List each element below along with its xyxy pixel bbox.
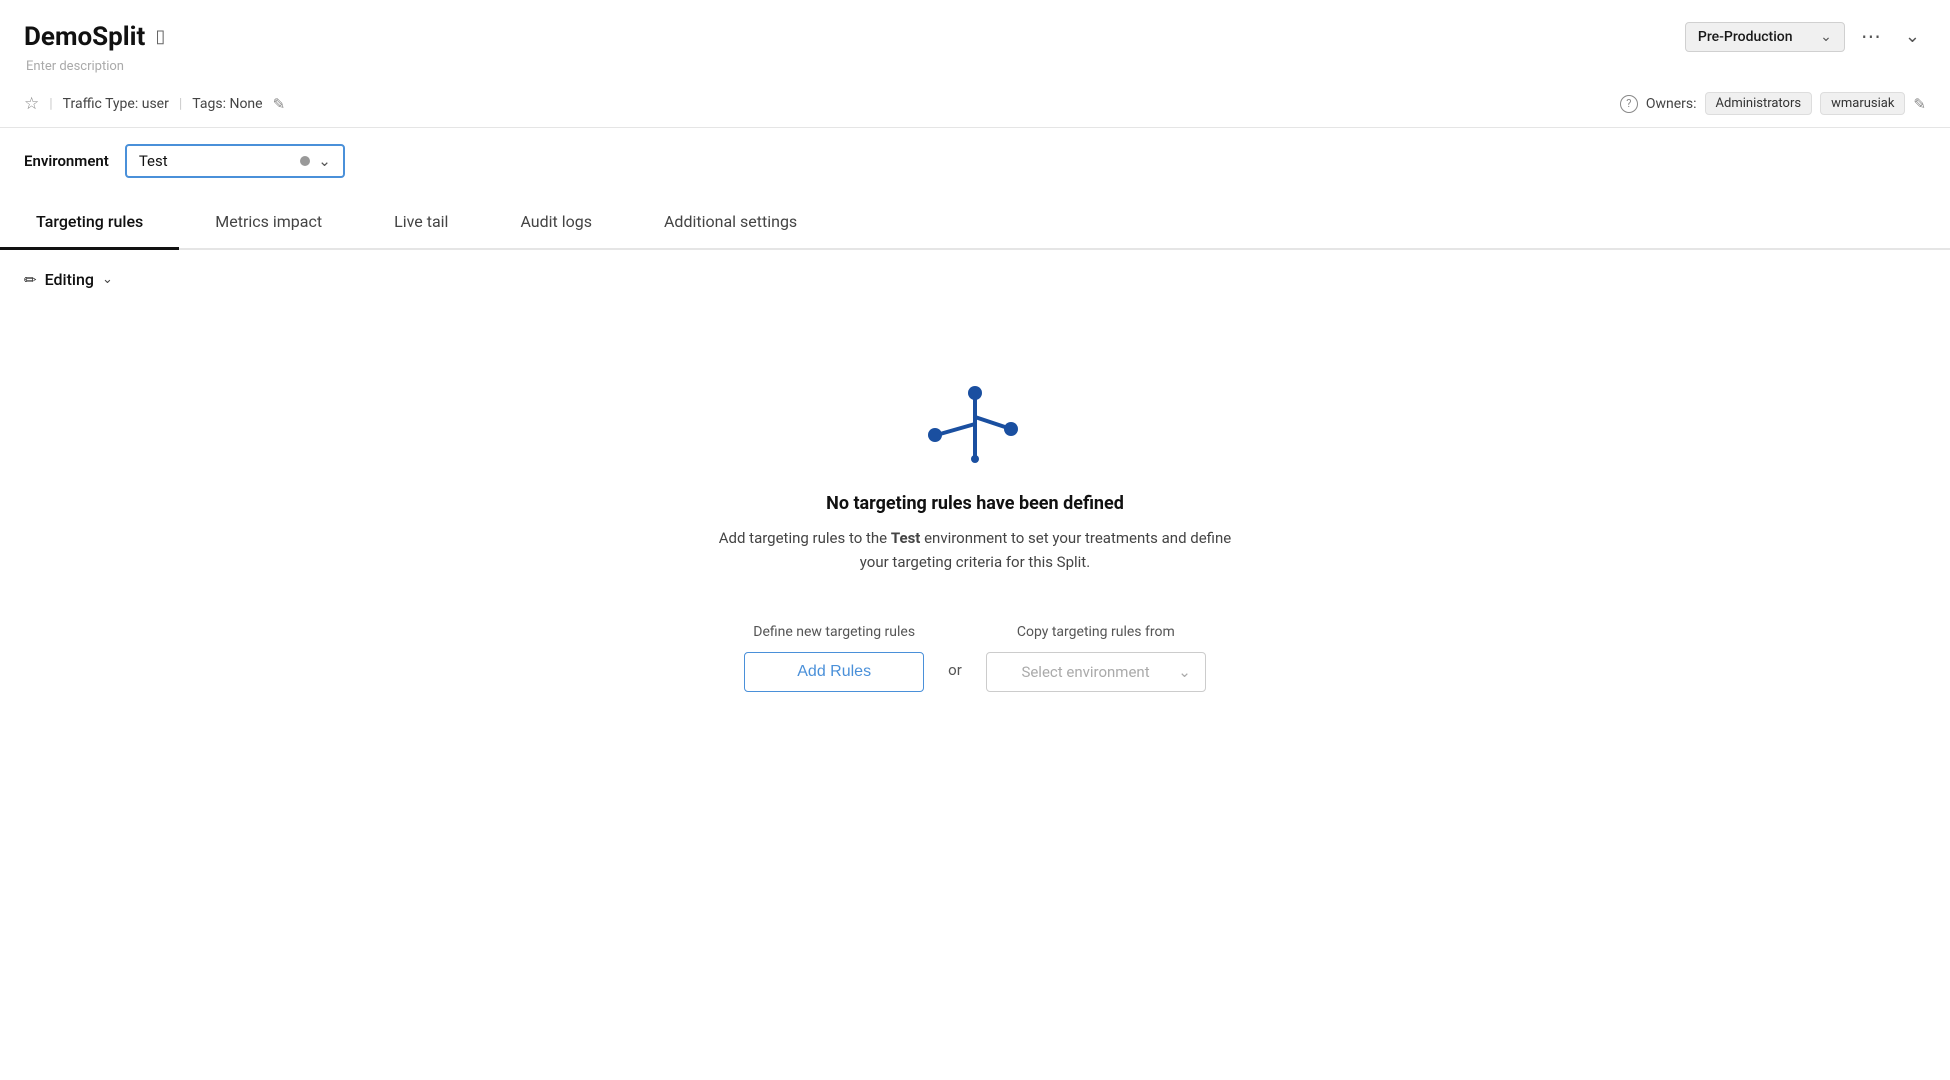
env-status-dot bbox=[300, 156, 310, 166]
owners-label: Owners: bbox=[1646, 96, 1697, 112]
add-rules-button[interactable]: Add Rules bbox=[744, 652, 924, 692]
env-chevron-down-icon: ⌄ bbox=[318, 152, 331, 170]
traffic-type-label: Traffic Type: user bbox=[63, 96, 169, 112]
environment-row: Environment Test ⌄ bbox=[0, 128, 1950, 178]
copy-rules-group: Copy targeting rules from Select environ… bbox=[986, 624, 1206, 692]
tab-metrics-impact[interactable]: Metrics impact bbox=[179, 196, 358, 250]
env-dropdown-label: Pre-Production bbox=[1698, 29, 1812, 45]
environment-select-text: Test bbox=[139, 152, 292, 170]
tab-targeting-rules[interactable]: Targeting rules bbox=[0, 196, 179, 250]
help-icon[interactable]: ? bbox=[1620, 95, 1638, 113]
editing-row: ✏ Editing ⌄ bbox=[0, 250, 1950, 299]
tabs-row: Targeting rules Metrics impact Live tail… bbox=[0, 196, 1950, 250]
edit-owners-icon[interactable]: ✎ bbox=[1913, 95, 1926, 113]
description-field[interactable]: Enter description bbox=[24, 59, 1926, 74]
select-env-placeholder: Select environment bbox=[1001, 663, 1170, 681]
empty-state-description: Add targeting rules to the Test environm… bbox=[715, 526, 1235, 574]
tab-audit-logs[interactable]: Audit logs bbox=[484, 196, 628, 250]
tab-live-tail[interactable]: Live tail bbox=[358, 196, 484, 250]
editing-label: Editing bbox=[45, 270, 94, 289]
environment-label: Environment bbox=[24, 152, 109, 170]
environment-dropdown[interactable]: Pre-Production ⌄ bbox=[1685, 22, 1845, 52]
chevron-down-icon: ⌄ bbox=[1820, 29, 1832, 45]
edit-tags-icon[interactable]: ✎ bbox=[273, 95, 286, 113]
copy-icon[interactable]: ▯ bbox=[155, 26, 165, 47]
select-env-chevron-icon: ⌄ bbox=[1178, 663, 1191, 681]
empty-state: No targeting rules have been defined Add… bbox=[0, 299, 1950, 732]
tab-additional-settings[interactable]: Additional settings bbox=[628, 196, 833, 250]
define-label: Define new targeting rules bbox=[753, 624, 915, 640]
favorite-icon[interactable]: ☆ bbox=[24, 94, 39, 114]
pencil-icon: ✏ bbox=[24, 271, 37, 289]
empty-state-title: No targeting rules have been defined bbox=[826, 493, 1124, 514]
actions-row: Define new targeting rules Add Rules or … bbox=[744, 624, 1206, 692]
editing-chevron-icon[interactable]: ⌄ bbox=[102, 272, 113, 287]
owner-wmarusiak: wmarusiak bbox=[1820, 92, 1905, 115]
owner-administrators: Administrators bbox=[1705, 92, 1813, 115]
expand-button[interactable]: ⌄ bbox=[1899, 20, 1926, 53]
page-title: DemoSplit bbox=[24, 22, 145, 52]
environment-select[interactable]: Test ⌄ bbox=[125, 144, 345, 178]
split-icon bbox=[925, 379, 1025, 469]
tags-label: Tags: None bbox=[192, 96, 262, 112]
copy-label: Copy targeting rules from bbox=[1017, 624, 1175, 640]
define-rules-group: Define new targeting rules Add Rules bbox=[744, 624, 924, 692]
copy-env-select[interactable]: Select environment ⌄ bbox=[986, 652, 1206, 692]
or-text: or bbox=[948, 661, 962, 679]
more-options-button[interactable]: ⋯ bbox=[1853, 18, 1891, 55]
